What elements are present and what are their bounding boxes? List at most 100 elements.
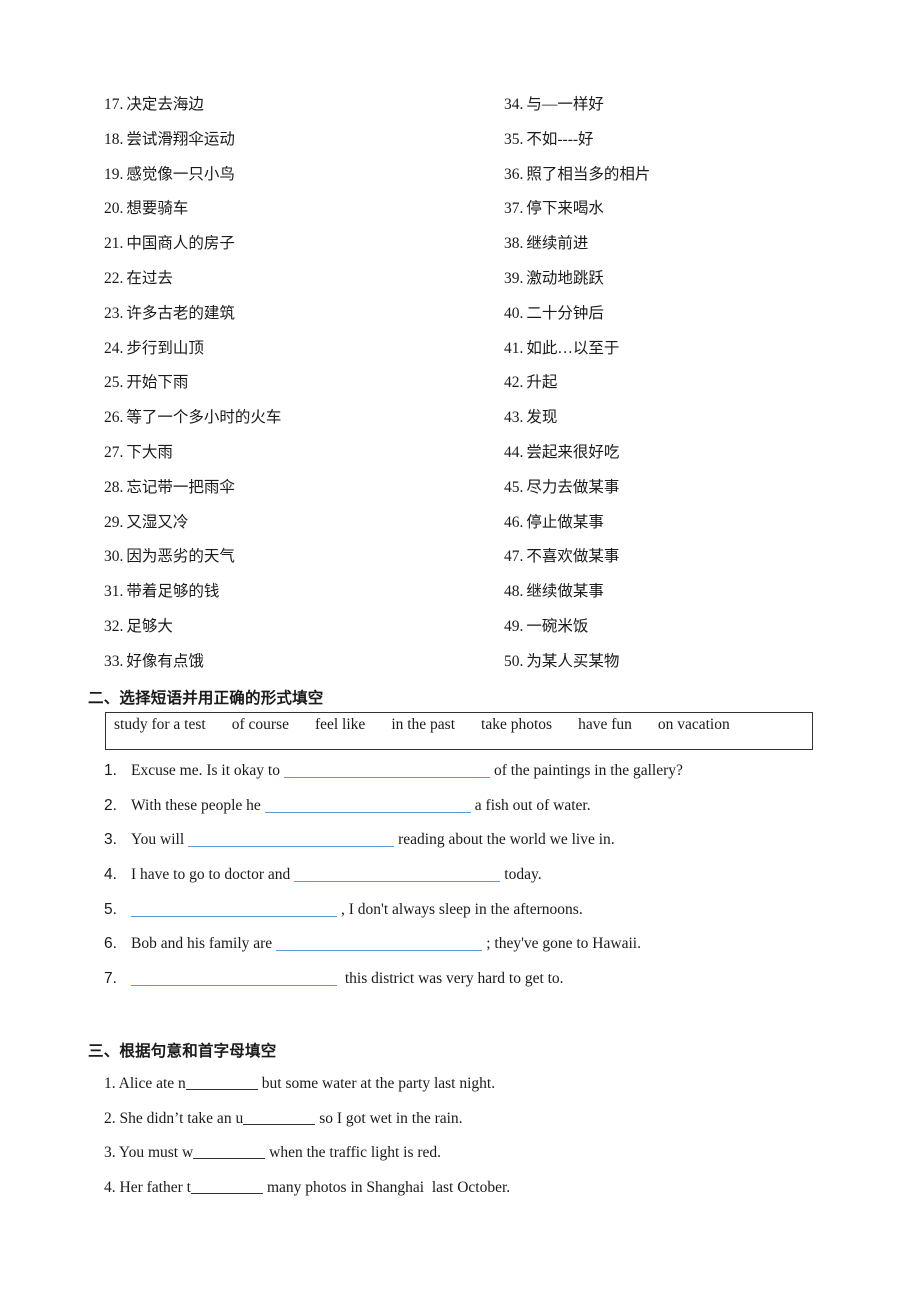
answer-blank[interactable] — [185, 1089, 258, 1090]
vocab-item: 46. 停止做某事 — [504, 510, 884, 545]
question-text-before: I have to go to doctor and — [131, 866, 291, 884]
vocab-item: 37. 停下来喝水 — [504, 196, 884, 231]
item-number: 19. — [104, 165, 124, 183]
vocab-item: 50. 为某人买某物 — [504, 649, 884, 684]
vocab-item: 44. 尝起来很好吃 — [504, 440, 884, 475]
vocab-item: 42. 升起 — [504, 370, 884, 405]
item-number: 30. — [104, 548, 124, 566]
question-item: 3. You will reading about the world we liv… — [104, 827, 824, 862]
vocab-item: 19. 感觉像一只小鸟 — [104, 162, 484, 197]
question-item: 1. Excuse me. Is it okay to of the paintin… — [104, 758, 824, 793]
vocab-item: 23. 许多古老的建筑 — [104, 301, 484, 336]
answer-blank[interactable] — [283, 776, 490, 778]
word-bank-item: take photos — [481, 716, 553, 733]
item-text: 照了相当多的相片 — [526, 165, 651, 183]
question-text-before: Excuse me. Is it okay to — [131, 762, 280, 779]
section-heading-phrase-fill: 二、选择短语并用正确的形式填空 — [88, 689, 324, 707]
word-bank-item: on vacation — [657, 716, 730, 733]
answer-blank[interactable] — [243, 1123, 316, 1125]
question-text-before: 3. You must w — [104, 1144, 194, 1162]
vocab-item: 39. 激动地跳跃 — [504, 266, 884, 301]
item-number: 24. — [104, 339, 124, 357]
answer-blank[interactable] — [264, 811, 471, 813]
answer-blank[interactable] — [131, 984, 337, 987]
vocab-item: 36. 照了相当多的相片 — [504, 162, 884, 197]
item-text: 许多古老的建筑 — [126, 304, 235, 322]
word-bank-item: of course — [231, 716, 289, 733]
answer-blank[interactable] — [294, 880, 501, 883]
item-text: 好像有点饿 — [126, 652, 204, 670]
vocab-item: 24. 步行到山顶 — [104, 336, 484, 371]
item-text: 不喜欢做某事 — [526, 548, 620, 566]
item-number: 48. — [504, 583, 524, 601]
item-number: 50. — [504, 652, 524, 670]
item-text: 如此…以至于 — [526, 339, 620, 357]
question-text-after: reading about the world we live in. — [398, 831, 615, 849]
item-text: 激动地跳跃 — [526, 269, 604, 287]
vocab-item: 40. 二十分钟后 — [504, 301, 884, 336]
question-text-after: many photos in Shanghai last October. — [266, 1179, 511, 1197]
question-text-after: when the traffic light is red. — [269, 1144, 442, 1162]
question-item: 7. this district was very hard to get to… — [104, 966, 824, 1001]
question-text-before: With these people he — [131, 796, 261, 814]
item-number: 22. — [104, 269, 124, 287]
item-text: 停下来喝水 — [526, 200, 604, 218]
item-text: 不如----好 — [526, 130, 594, 148]
vocab-item: 35. 不如----好 — [504, 127, 884, 162]
vocab-item: 21. 中国商人的房子 — [104, 231, 484, 266]
vocab-item: 20. 想要骑车 — [104, 196, 484, 231]
vocab-item: 43. 发现 — [504, 405, 884, 440]
item-text: 二十分钟后 — [526, 304, 604, 322]
item-text: 想要骑车 — [126, 200, 189, 218]
item-number: 33. — [104, 652, 124, 670]
item-text: 足够大 — [126, 617, 173, 635]
question-text-after: but some water at the party last night. — [261, 1075, 496, 1092]
vocab-item: 33. 好像有点饿 — [104, 649, 484, 684]
item-text: 尝起来很好吃 — [526, 443, 620, 461]
item-number: 36. — [504, 165, 524, 183]
vocab-item: 41. 如此…以至于 — [504, 336, 884, 371]
answer-blank[interactable] — [193, 1158, 266, 1160]
item-text: 为某人买某物 — [526, 652, 620, 670]
item-number: 43. — [504, 409, 524, 427]
item-text: 因为恶劣的天气 — [126, 548, 235, 566]
question-text-after: ; they've gone to Hawaii. — [486, 935, 641, 953]
item-text: 步行到山顶 — [126, 339, 204, 357]
item-number: 44. — [504, 443, 524, 461]
item-text: 忘记带一把雨伞 — [126, 478, 235, 496]
item-number: 32. — [104, 617, 124, 635]
item-number: 27. — [104, 443, 124, 461]
item-number: 42. — [504, 374, 524, 392]
vocab-item: 27. 下大雨 — [104, 440, 484, 475]
item-number: 39. — [504, 269, 524, 287]
item-number: 34. — [504, 96, 524, 113]
item-text: 等了一个多小时的火车 — [126, 409, 282, 427]
word-bank: study for a test of course feel like in the… — [114, 716, 756, 734]
section-heading-initial-letter-fill: 三、根据句意和首字母填空 — [88, 1042, 277, 1060]
item-text: 停止做某事 — [526, 513, 604, 531]
question-item: 2. She didn’t take an u so I got wet in t… — [104, 1106, 824, 1141]
question-text-after: so I got wet in the rain. — [319, 1109, 463, 1127]
question-number: 3. — [104, 831, 117, 849]
answer-blank[interactable] — [276, 949, 483, 952]
item-text: 下大雨 — [126, 443, 173, 461]
answer-blank[interactable] — [131, 915, 337, 917]
item-number: 18. — [104, 130, 124, 148]
word-bank-item: have fun — [578, 716, 632, 733]
answer-blank[interactable] — [188, 845, 395, 848]
question-text-before: You will — [131, 831, 185, 849]
item-number: 49. — [504, 617, 524, 635]
item-number: 17. — [104, 96, 124, 113]
item-number: 38. — [504, 235, 524, 253]
question-number: 4. — [104, 866, 117, 884]
question-item: 5. , I don't always sleep in the afternoo… — [104, 897, 824, 932]
question-text-before: 4. Her father t — [104, 1179, 191, 1197]
answer-blank[interactable] — [190, 1193, 263, 1195]
vocab-item: 22. 在过去 — [104, 266, 484, 301]
vocab-item: 47. 不喜欢做某事 — [504, 544, 884, 579]
item-text: 发现 — [526, 409, 558, 427]
item-text: 与—一样好 — [526, 96, 604, 113]
item-number: 25. — [104, 374, 124, 392]
item-text: 在过去 — [126, 269, 173, 287]
question-text-after: , I don't always sleep in the afternoons… — [341, 900, 583, 918]
